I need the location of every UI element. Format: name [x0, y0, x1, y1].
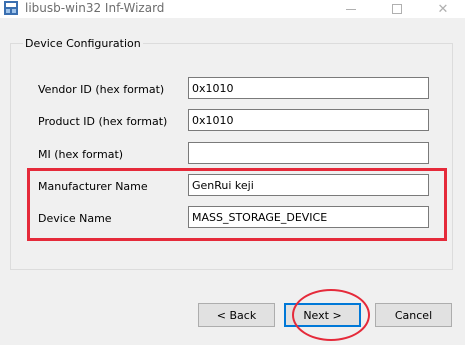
cancel-button[interactable]: Cancel: [375, 303, 452, 327]
vendor-id-label: Vendor ID (hex format): [38, 83, 165, 96]
product-id-input[interactable]: [188, 109, 429, 131]
back-button[interactable]: < Back: [198, 303, 275, 327]
close-icon: ✕: [437, 1, 449, 17]
next-button[interactable]: Next >: [284, 303, 361, 327]
minimize-icon: [346, 8, 356, 10]
maximize-button[interactable]: [374, 0, 420, 18]
manufacturer-name-input[interactable]: [188, 174, 429, 196]
mi-input[interactable]: [188, 142, 429, 164]
title-bar: libusb-win32 Inf-Wizard ✕: [0, 0, 465, 18]
group-title: Device Configuration: [23, 37, 143, 50]
device-name-input[interactable]: [188, 206, 429, 228]
device-name-label: Device Name: [38, 212, 112, 225]
manufacturer-name-label: Manufacturer Name: [38, 180, 148, 193]
close-button[interactable]: ✕: [420, 0, 465, 18]
mi-label: MI (hex format): [38, 148, 124, 161]
product-id-label: Product ID (hex format): [38, 115, 168, 128]
maximize-icon: [392, 4, 402, 14]
usb-wizard-icon: [4, 1, 18, 15]
vendor-id-input[interactable]: [188, 77, 429, 99]
window-title: libusb-win32 Inf-Wizard: [25, 1, 165, 15]
minimize-button[interactable]: [328, 0, 374, 18]
